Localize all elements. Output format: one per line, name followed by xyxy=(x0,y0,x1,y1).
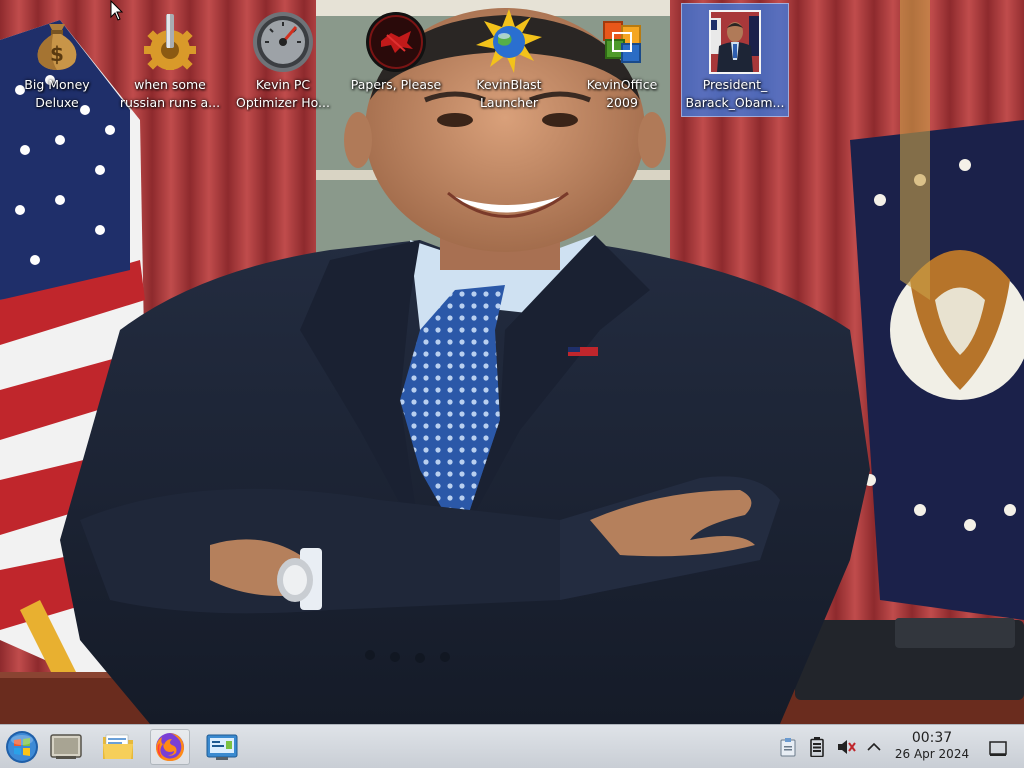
clock-date: 26 Apr 2024 xyxy=(894,747,970,761)
start-button[interactable] xyxy=(2,729,42,765)
clipboard-icon xyxy=(780,738,796,757)
taskbar-file-manager[interactable] xyxy=(98,729,138,765)
desktop-icon-label: when some russian runs a... xyxy=(119,77,221,110)
volume-muted-icon xyxy=(838,740,856,754)
show-desktop-button[interactable] xyxy=(987,737,1009,761)
desktop-icon-kevinblast-launcher[interactable]: KevinBlast Launcher xyxy=(456,4,562,116)
money-bag-icon: $ xyxy=(21,8,93,76)
mouse-cursor-icon xyxy=(110,0,124,21)
desktop-icon-label: President_ Barack_Obam... xyxy=(685,77,785,110)
taskbar-app-window[interactable] xyxy=(46,729,86,765)
control-panel-icon xyxy=(206,734,238,760)
tray-battery[interactable] xyxy=(806,735,828,759)
desktop-icon-label: KevinOffice 2009 xyxy=(586,77,658,110)
taskbar-control-panel[interactable] xyxy=(202,729,242,765)
desktop-icon-papers-please[interactable]: Papers, Please xyxy=(343,4,449,116)
battery-icon xyxy=(810,737,824,757)
desktop-icon-label: Big Money Deluxe xyxy=(24,77,90,110)
desktop-icon-label: Kevin PC Optimizer Ho... xyxy=(236,77,330,110)
speedometer-icon xyxy=(247,8,319,76)
desktop-icon-label: KevinBlast Launcher xyxy=(476,77,542,110)
desktop[interactable]: $ Big Money Deluxe when some russian run… xyxy=(0,0,1024,724)
desktop-icon-kevinoffice-2009[interactable]: KevinOffice 2009 xyxy=(569,4,675,116)
chevron-up-icon xyxy=(867,742,881,751)
gear-icon xyxy=(134,8,206,76)
tray-clipboard[interactable] xyxy=(777,735,799,759)
folder-icon xyxy=(103,734,133,759)
tray-volume[interactable] xyxy=(835,735,857,759)
desktop-icon-big-money-deluxe[interactable]: $ Big Money Deluxe xyxy=(4,4,110,116)
taskbar: 00:37 26 Apr 2024 xyxy=(0,724,1024,768)
show-desktop-icon xyxy=(989,741,1007,756)
tray-show-hidden[interactable] xyxy=(863,735,885,759)
taskbar-firefox[interactable] xyxy=(150,729,190,765)
svg-text:$: $ xyxy=(50,42,64,66)
taskbar-clock[interactable]: 00:37 26 Apr 2024 xyxy=(888,730,976,762)
desktop-icon-president-barack-obama[interactable]: President_ Barack_Obam... xyxy=(681,3,789,117)
desktop-icon-label: Papers, Please xyxy=(350,77,442,92)
desktop-icon-kevin-pc-optimizer[interactable]: Kevin PC Optimizer Ho... xyxy=(230,4,336,116)
firefox-icon xyxy=(156,733,184,761)
papers-please-icon xyxy=(360,8,432,76)
office-icon xyxy=(586,8,658,76)
image-thumbnail-icon xyxy=(699,8,771,76)
desktop-icon-when-some-russian-runs[interactable]: when some russian runs a... xyxy=(117,4,223,116)
start-orb-icon xyxy=(6,731,38,763)
globe-star-icon xyxy=(473,8,545,76)
window-icon xyxy=(50,734,82,759)
clock-time: 00:37 xyxy=(911,730,953,746)
